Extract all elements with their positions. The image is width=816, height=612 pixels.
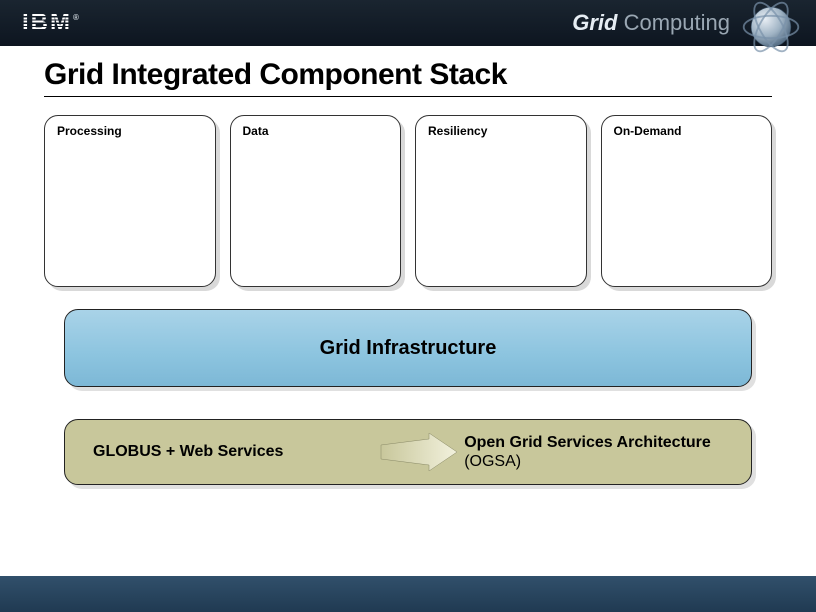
- services-bar: GLOBUS + Web Services Open Grid Services…: [64, 419, 752, 485]
- header-bar: I B M ® Grid Computing: [0, 0, 816, 46]
- brand-light: Computing: [617, 10, 730, 35]
- brand-bold: Grid: [572, 10, 617, 35]
- component-cards-row: Processing Data Resiliency On-Demand: [44, 115, 772, 287]
- arrow-icon: [375, 433, 465, 471]
- card-label: Resiliency: [428, 124, 574, 138]
- card-label: On-Demand: [614, 124, 760, 138]
- ibm-logo: I B M ®: [22, 11, 78, 35]
- card-label: Data: [243, 124, 389, 138]
- card-on-demand: On-Demand: [601, 115, 773, 287]
- ogsa-bold: Open Grid Services Architecture: [464, 434, 711, 451]
- card-label: Processing: [57, 124, 203, 138]
- card-data: Data: [230, 115, 402, 287]
- infrastructure-label: Grid Infrastructure: [320, 337, 497, 360]
- globe-icon: [740, 0, 802, 58]
- grid-infrastructure-bar: Grid Infrastructure: [64, 309, 752, 387]
- card-processing: Processing: [44, 115, 216, 287]
- page-title: Grid Integrated Component Stack: [44, 58, 772, 96]
- footer-bar: [0, 576, 816, 612]
- card-resiliency: Resiliency: [415, 115, 587, 287]
- brand-text: Grid Computing: [572, 10, 730, 36]
- registered-mark: ®: [73, 13, 78, 22]
- content-area: Grid Integrated Component Stack Processi…: [0, 46, 816, 485]
- globus-label: GLOBUS + Web Services: [93, 443, 375, 461]
- ogsa-tail: (OGSA): [464, 453, 521, 470]
- brand-area: Grid Computing: [572, 0, 802, 58]
- ogsa-label: Open Grid Services Architecture (OGSA): [464, 433, 733, 471]
- title-divider: [44, 96, 772, 97]
